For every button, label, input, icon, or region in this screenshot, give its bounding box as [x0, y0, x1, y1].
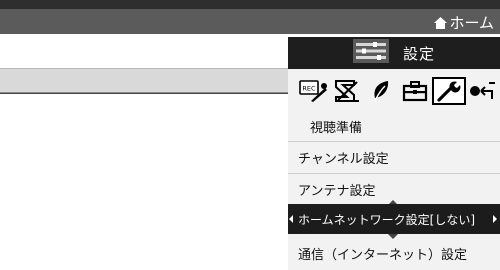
menu-item-internet-settings[interactable]: 通信（インターネット）設定: [288, 238, 500, 268]
content-header-strip: [0, 68, 288, 93]
content-pane: [0, 93, 288, 270]
wrench-settings-icon[interactable]: [432, 77, 466, 105]
menu-item-channel-settings[interactable]: チャンネル設定: [288, 142, 500, 172]
settings-icon-tabs: REC: [296, 77, 500, 105]
recording-settings-icon[interactable]: REC: [296, 77, 330, 105]
svg-text:REC: REC: [302, 85, 316, 93]
menu-item-label: アンテナ設定: [298, 183, 376, 199]
top-bar: ホーム: [0, 0, 500, 34]
top-band: [0, 0, 500, 9]
menu-item-home-network-settings[interactable]: ホームネットワーク設定[しない]: [288, 204, 500, 234]
menu-item-label: チャンネル設定: [298, 151, 389, 167]
home-icon: [434, 16, 449, 29]
category-heading: 視聴準備: [310, 121, 363, 136]
left-arrow-icon[interactable]: [289, 215, 293, 223]
settings-panel: 設定 REC 視聴準備 チャンネル設定 アンテナ設定 ホームネットワーク設定[し…: [288, 37, 500, 270]
right-arrow-icon[interactable]: [493, 215, 497, 223]
eco-settings-icon[interactable]: [364, 77, 398, 105]
home-button[interactable]: ホーム: [434, 12, 494, 33]
display-settings-icon[interactable]: [330, 77, 364, 105]
connection-settings-icon[interactable]: [466, 77, 500, 105]
settings-panel-title: 設定: [288, 37, 500, 69]
settings-menu-icon: [352, 39, 389, 67]
menu-item-label: 通信（インターネット）設定: [298, 247, 468, 263]
toolbox-settings-icon[interactable]: [398, 77, 432, 105]
menu-item-label: ホームネットワーク設定[しない]: [298, 212, 476, 227]
settings-title: 設定: [402, 44, 435, 63]
home-label: ホーム: [449, 14, 494, 32]
